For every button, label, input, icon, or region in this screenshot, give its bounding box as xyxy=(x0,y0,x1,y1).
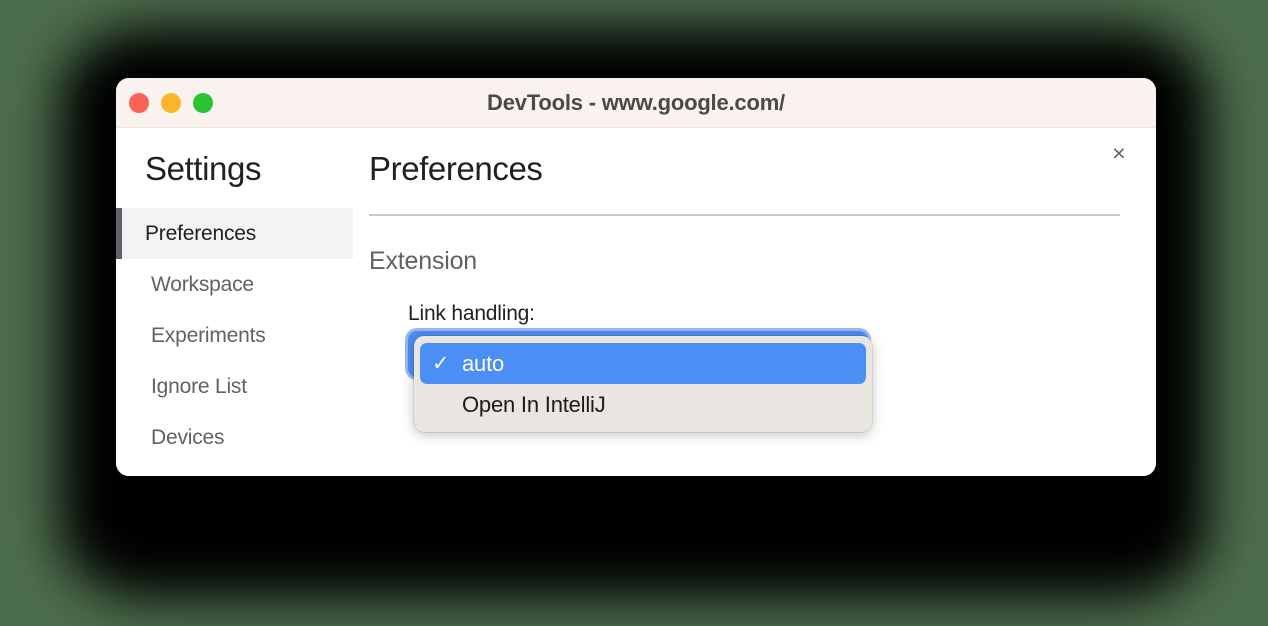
close-window-button[interactable] xyxy=(129,93,149,113)
sidebar-item-label: Experiments xyxy=(151,323,266,347)
sidebar-item-label: Ignore List xyxy=(151,374,247,398)
sidebar-title: Settings xyxy=(145,150,262,187)
zoom-window-button[interactable] xyxy=(193,93,213,113)
menu-item-label: auto xyxy=(462,350,505,376)
window-titlebar: DevTools - www.google.com/ xyxy=(116,78,1156,128)
sidebar-item-ignore-list[interactable]: Ignore List xyxy=(116,361,353,412)
devtools-window: DevTools - www.google.com/ × Settings Pr… xyxy=(116,78,1156,476)
preferences-panel: Preferences Extension Link handling: ✓ a… xyxy=(353,128,1156,476)
section-title-extension: Extension xyxy=(369,247,477,275)
page-title: Preferences xyxy=(369,150,543,187)
link-handling-select-wrapper: ✓ auto Open In IntelliJ xyxy=(408,331,872,441)
sidebar-item-label: Workspace xyxy=(151,272,254,296)
menu-item-label: Open In IntelliJ xyxy=(462,391,606,417)
traffic-light-controls xyxy=(129,78,213,128)
link-handling-dropdown-menu: ✓ auto Open In IntelliJ xyxy=(414,336,872,432)
sidebar-item-experiments[interactable]: Experiments xyxy=(116,310,353,361)
sidebar-item-label: Preferences xyxy=(145,221,257,245)
sidebar-item-devices[interactable]: Devices xyxy=(116,412,353,463)
sidebar-item-preferences[interactable]: Preferences xyxy=(116,208,353,259)
window-title: DevTools - www.google.com/ xyxy=(487,89,785,115)
link-handling-label: Link handling: xyxy=(408,302,535,325)
link-handling-field: Link handling: ✓ auto Open In IntelliJ xyxy=(369,302,1120,441)
sidebar-item-label: Devices xyxy=(151,425,225,449)
settings-sidebar: Settings Preferences Workspace Experimen… xyxy=(116,128,353,476)
sidebar-item-workspace[interactable]: Workspace xyxy=(116,259,353,310)
checkmark-icon: ✓ xyxy=(432,352,450,375)
panel-divider xyxy=(369,214,1120,216)
minimize-window-button[interactable] xyxy=(161,93,181,113)
settings-dialog: × Settings Preferences Workspace Experim… xyxy=(116,128,1156,476)
menu-item-auto[interactable]: ✓ auto xyxy=(420,343,866,384)
menu-item-open-in-intellij[interactable]: Open In IntelliJ xyxy=(420,384,866,425)
